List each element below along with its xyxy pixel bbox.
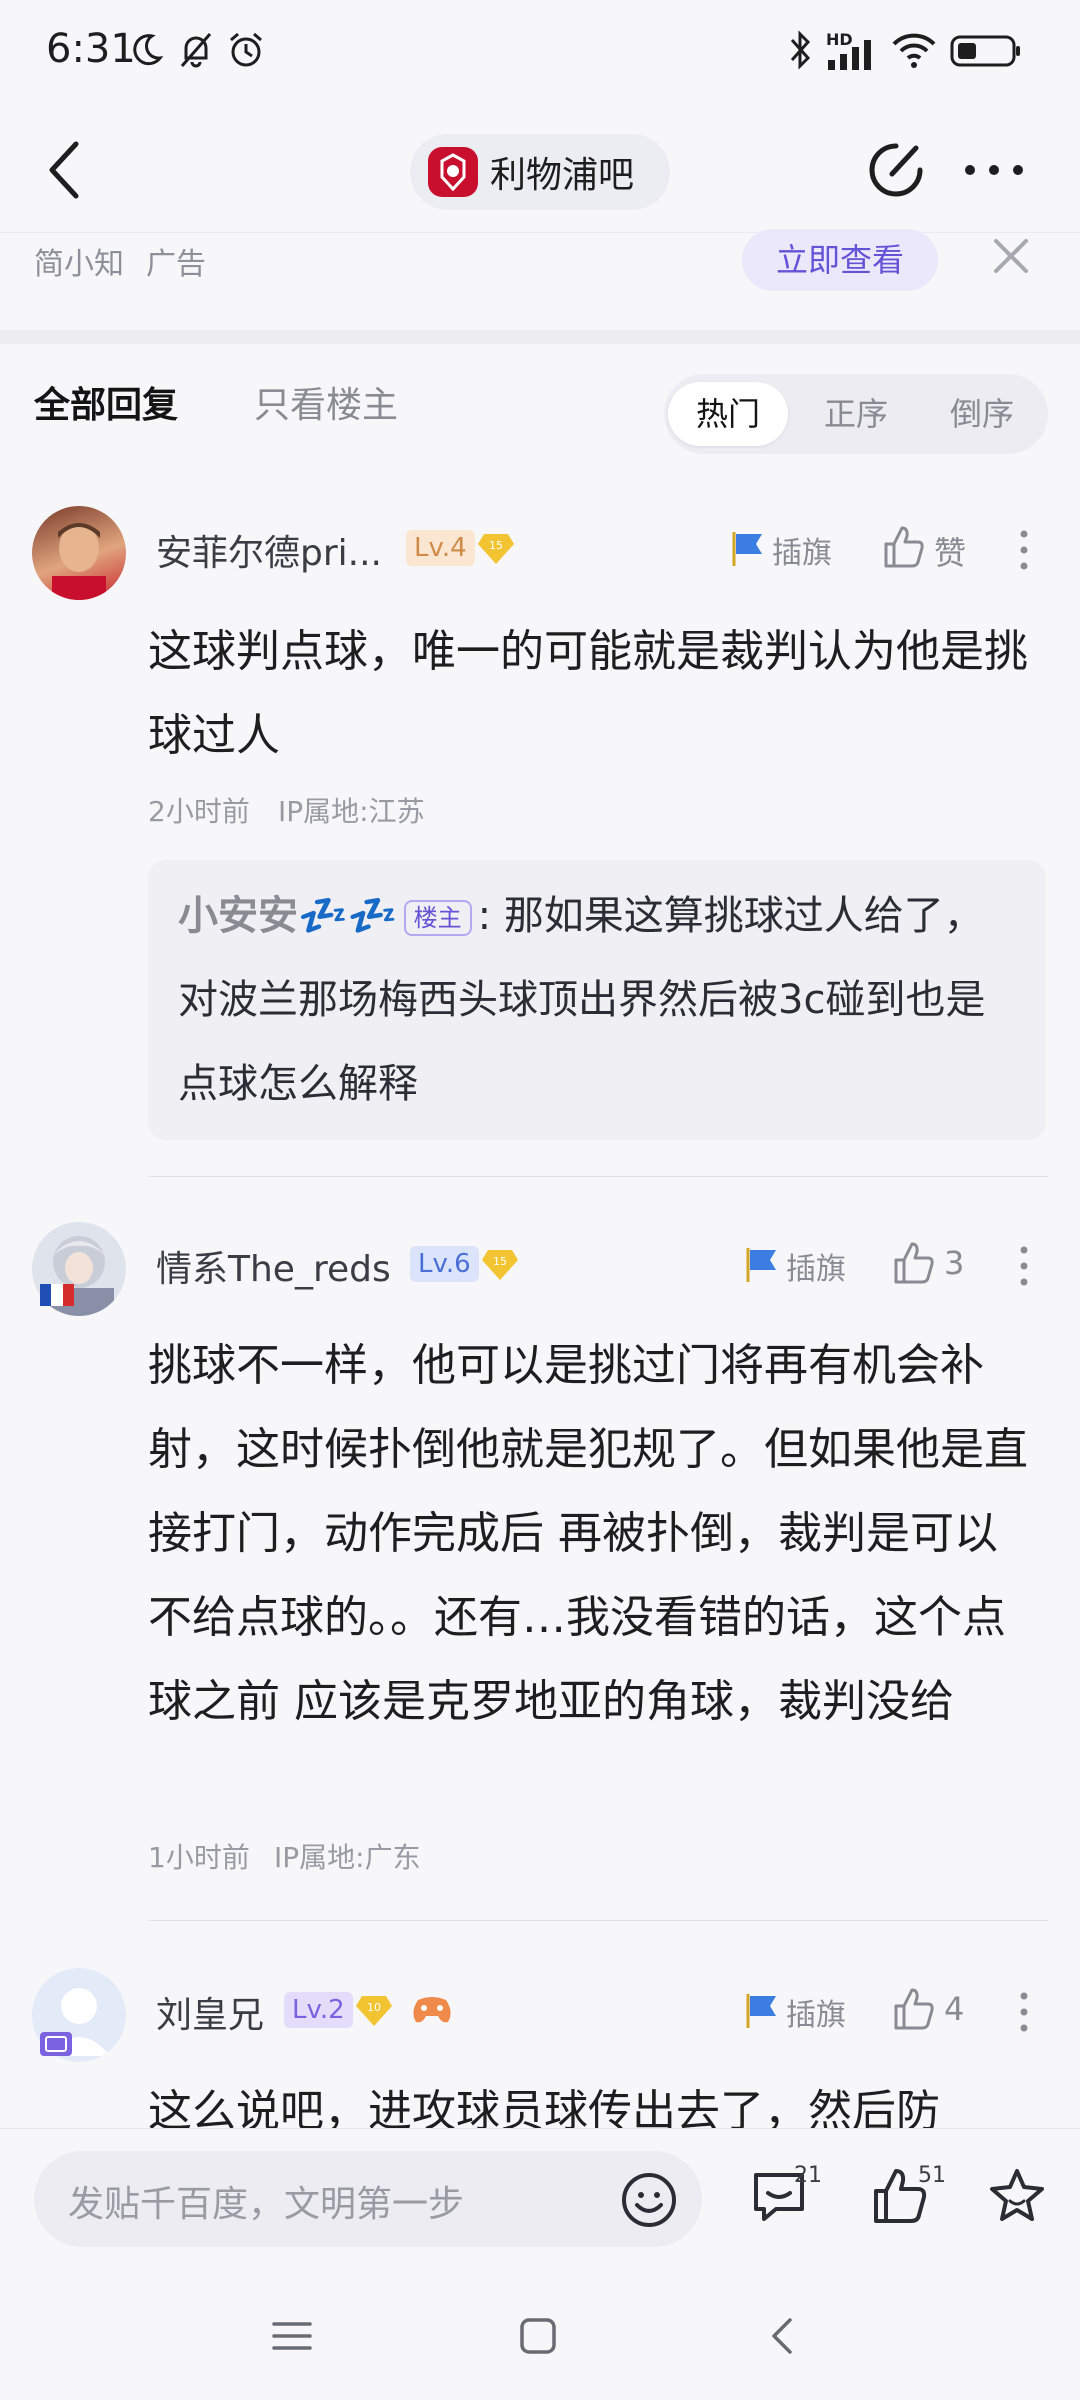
reply-item: 刘皇兄 Lv.2 10 插旗 4 这么说吧，进攻球员球传出去了，然后防 — [0, 1962, 1080, 2128]
like-count: 4 — [944, 1990, 965, 2028]
svg-text:10: 10 — [367, 2001, 381, 2014]
like-button[interactable]: 3 — [890, 1240, 990, 1290]
signal-icon — [828, 40, 871, 70]
sort-toggle: 热门 正序 倒序 — [664, 374, 1048, 454]
sub-reply-author[interactable]: 小安安💤💤 — [178, 893, 398, 939]
compose-placeholder: 发贴千百度，文明第一步 — [68, 2184, 465, 2225]
emoji-icon[interactable] — [620, 2171, 678, 2229]
reply-content: 挑球不一样，他可以是挑过门将再有机会补射，这时候扑倒他就是犯规了。但如果他是直接… — [148, 1340, 1028, 1727]
flag-button[interactable]: 插旗 — [742, 1244, 862, 1288]
reply-filter-bar: 全部回复 只看楼主 热门 正序 倒序 — [0, 344, 1080, 474]
home-icon[interactable] — [514, 2312, 562, 2360]
tv-badge-icon — [40, 2032, 72, 2056]
reply-time: 1小时前 — [148, 1841, 250, 1874]
thumbs-up-icon — [894, 1242, 934, 1284]
tab-op-only[interactable]: 只看楼主 — [254, 376, 398, 428]
back-icon[interactable] — [760, 2312, 808, 2360]
like-count: 3 — [944, 1244, 965, 1282]
flag-icon — [746, 1248, 776, 1282]
flag-button[interactable]: 插旗 — [742, 1990, 862, 2034]
bottom-action-bar: 发贴千百度，文明第一步 21 51 — [0, 2128, 1080, 2268]
reply-divider — [148, 1176, 1048, 1177]
wifi-icon — [892, 33, 936, 68]
ad-banner: 简小知 广告 立即查看 — [0, 229, 1080, 328]
more-vertical-icon[interactable] — [1014, 1990, 1034, 2034]
flag-icon — [732, 532, 762, 566]
back-arrow-icon[interactable] — [40, 138, 92, 202]
edit-icon[interactable] — [866, 138, 928, 200]
tab-all-replies[interactable]: 全部回复 — [34, 376, 178, 428]
more-vertical-icon[interactable] — [1014, 528, 1034, 572]
flag-label: 插旗 — [786, 1252, 846, 1287]
status-bar: 6:31 HD — [0, 0, 1080, 100]
gamepad-badge-icon — [413, 1997, 451, 2023]
like-label: 赞 — [934, 534, 967, 572]
reply-divider — [148, 1920, 1048, 1921]
gem-badge-icon: 15 — [478, 534, 514, 564]
like-count: 51 — [918, 2163, 946, 2188]
flag-label: 插旗 — [772, 536, 832, 571]
username[interactable]: 情系The_reds — [156, 1240, 391, 1292]
colon-separator: : — [477, 893, 504, 939]
thumbs-up-icon — [894, 1988, 934, 2030]
reply-content: 这球判点球，唯一的可能就是裁判认为他是挑球过人 — [148, 626, 1028, 761]
battery-icon — [950, 35, 1020, 67]
compose-input[interactable]: 发贴千百度，文明第一步 — [34, 2151, 702, 2247]
country-flag-badge-icon — [40, 1284, 74, 1306]
level-badge: Lv.4 — [406, 530, 475, 566]
alarm-icon — [230, 32, 262, 67]
moon-icon — [133, 34, 164, 66]
like-button[interactable]: 赞 — [880, 524, 980, 574]
op-badge: 楼主 — [403, 900, 472, 936]
ad-source: 简小知 — [34, 247, 124, 282]
username[interactable]: 安菲尔德pri... — [156, 524, 382, 576]
bluetooth-icon — [790, 30, 811, 70]
flag-label: 插旗 — [786, 1998, 846, 2033]
section-divider — [0, 330, 1080, 344]
sort-hot[interactable]: 热门 — [668, 382, 788, 446]
system-nav-bar — [0, 2268, 1080, 2400]
mute-bell-icon — [180, 33, 212, 68]
svg-text:15: 15 — [493, 1255, 507, 1268]
star-icon[interactable] — [986, 2165, 1048, 2227]
avatar[interactable] — [32, 506, 126, 600]
close-icon[interactable] — [990, 235, 1032, 277]
flag-button[interactable]: 插旗 — [728, 528, 848, 572]
reply-item: 安菲尔德pri... Lv.4 15 插旗 赞 这球判点球，唯一的可能就是裁判认… — [0, 500, 1080, 1180]
forum-title-pill[interactable]: 利物浦吧 — [410, 134, 670, 210]
level-badge: Lv.2 — [284, 1992, 353, 2028]
sub-reply-box[interactable]: 小安安💤💤 楼主: 那如果这算挑球过人给了，对波兰那场梅西头球顶出界然后被3c碰到… — [148, 860, 1046, 1140]
reply-ip-location: IP属地:广东 — [274, 1841, 421, 1874]
gem-badge-icon: 10 — [356, 1996, 392, 2026]
forum-logo-icon — [428, 147, 478, 197]
ad-view-now-button[interactable]: 立即查看 — [742, 229, 938, 291]
ad-label: 广告 — [146, 247, 206, 282]
sort-descending[interactable]: 倒序 — [922, 382, 1042, 446]
more-vertical-icon[interactable] — [1014, 1244, 1034, 1288]
like-button[interactable]: 4 — [890, 1986, 990, 2036]
thumbs-up-icon — [884, 526, 924, 568]
reply-content: 这么说吧，进攻球员球传出去了，然后防 — [148, 2086, 940, 2128]
reply-item: 情系The_reds Lv.6 15 插旗 3 挑球不一样，他可以是挑过门将再有… — [0, 1216, 1080, 1926]
sort-ascending[interactable]: 正序 — [796, 382, 916, 446]
reply-ip-location: IP属地:江苏 — [278, 795, 425, 828]
gem-badge-icon: 15 — [482, 1250, 518, 1280]
level-badge: Lv.6 — [410, 1246, 479, 1282]
top-app-bar: 利物浦吧 — [0, 110, 1080, 230]
comment-count: 21 — [794, 2163, 822, 2188]
username[interactable]: 刘皇兄 — [156, 1986, 264, 2038]
flag-icon — [746, 1994, 776, 2028]
more-options-icon[interactable] — [962, 150, 1026, 190]
status-time: 6:31 — [46, 26, 136, 72]
reply-time: 2小时前 — [148, 795, 250, 828]
menu-icon[interactable] — [268, 2312, 316, 2360]
svg-text:15: 15 — [489, 539, 503, 552]
forum-name: 利物浦吧 — [490, 155, 635, 196]
